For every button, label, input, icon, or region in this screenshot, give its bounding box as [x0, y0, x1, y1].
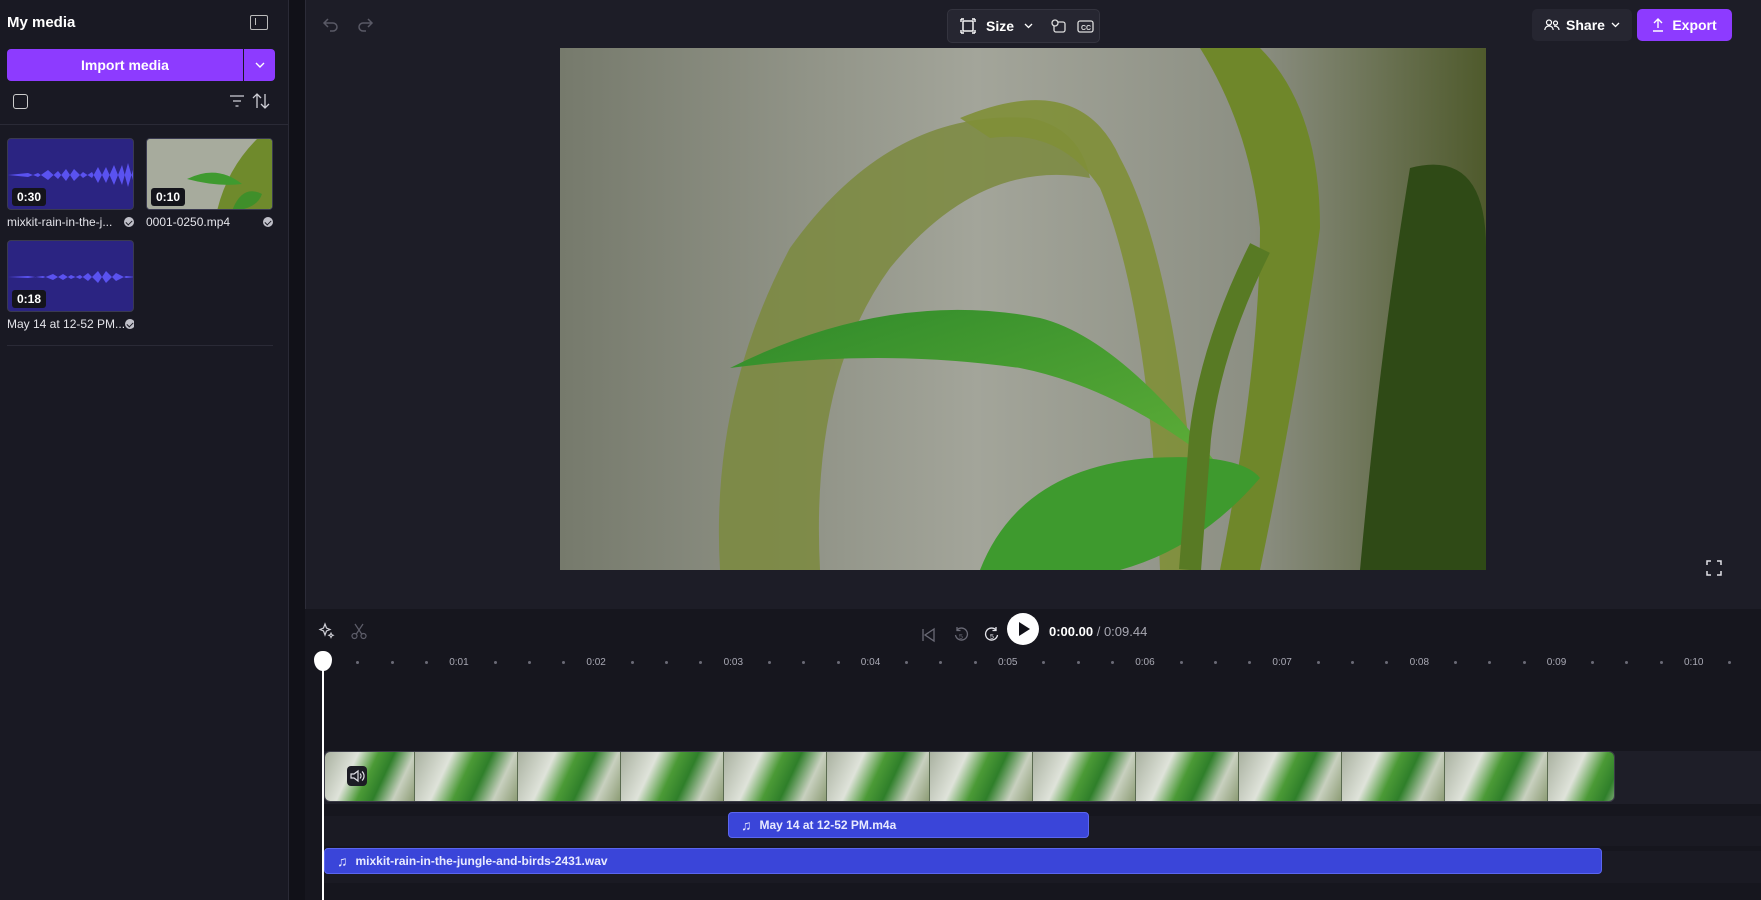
ruler-tick	[1316, 661, 1320, 664]
ruler-tick	[973, 661, 977, 664]
audio-thumbnail: 0:18	[7, 240, 134, 312]
ruler-tick-label: 0:06	[1135, 657, 1155, 668]
chevron-down-icon	[1024, 23, 1033, 29]
ruler-tick	[1076, 661, 1080, 664]
ruler-tick-label: 0:01	[449, 657, 469, 668]
media-name: May 14 at 12-52 PM...	[7, 317, 126, 331]
divider	[0, 124, 289, 125]
total-time: / 0:09.44	[1096, 624, 1148, 639]
ruler-tick	[1179, 661, 1183, 664]
check-icon	[125, 319, 134, 329]
panel-title: My media	[7, 14, 76, 31]
background-icon[interactable]	[1049, 18, 1067, 34]
ruler-tick-label: 0:07	[1272, 657, 1292, 668]
media-panel: My media Import media 0:30 mixkit-rain-i…	[0, 0, 289, 900]
import-dropdown-button[interactable]	[244, 49, 275, 81]
duration-badge: 0:18	[12, 290, 47, 308]
ruler-tick-label: 0:05	[998, 657, 1018, 668]
forward-5-icon[interactable]: 5	[983, 625, 1001, 643]
ruler-tick	[1522, 661, 1526, 664]
volume-icon[interactable]	[347, 766, 367, 786]
check-icon	[263, 217, 273, 227]
ruler-tick-label: 0:10	[1684, 657, 1704, 668]
ruler-tick	[390, 661, 394, 664]
export-button[interactable]: Export	[1637, 9, 1732, 41]
redo-icon[interactable]	[356, 15, 374, 33]
ruler-tick	[493, 661, 497, 664]
ruler-tick	[836, 661, 840, 664]
video-preview[interactable]	[560, 48, 1486, 570]
resize-icon[interactable]	[960, 18, 976, 34]
sort-icon[interactable]	[252, 93, 270, 109]
size-button[interactable]: Size	[986, 18, 1014, 34]
audio-clip-label: mixkit-rain-in-the-jungle-and-birds-2431…	[355, 854, 608, 868]
filter-icon[interactable]	[230, 95, 244, 107]
audio-clip[interactable]: ♫ mixkit-rain-in-the-jungle-and-birds-24…	[324, 848, 1602, 874]
media-item[interactable]: 0:18 May 14 at 12-52 PM...	[7, 240, 134, 331]
media-name: mixkit-rain-in-the-j...	[7, 215, 113, 229]
play-icon	[1019, 622, 1030, 636]
audio-clip-label: May 14 at 12-52 PM.m4a	[759, 818, 897, 832]
video-thumbnail: 0:10	[146, 138, 273, 210]
chevron-down-icon	[1611, 22, 1620, 28]
svg-text:5: 5	[990, 634, 994, 641]
divider	[7, 345, 273, 346]
people-icon	[1544, 19, 1560, 31]
size-toolbar: Size CC	[947, 9, 1100, 43]
ruler-tick-label: 0:03	[723, 657, 744, 668]
ruler-tick	[527, 661, 531, 664]
media-item[interactable]: 0:10 0001-0250.mp4	[146, 138, 273, 229]
import-media-button[interactable]: Import media	[7, 49, 243, 81]
duration-badge: 0:10	[151, 188, 186, 206]
media-name: 0001-0250.mp4	[146, 215, 231, 229]
chevron-down-icon	[255, 62, 264, 68]
ruler-tick	[1351, 661, 1354, 664]
audio-thumbnail: 0:30	[7, 138, 134, 210]
audio-clip[interactable]: ♫ May 14 at 12-52 PM.m4a	[728, 812, 1089, 838]
play-button[interactable]	[1007, 613, 1039, 645]
share-button[interactable]: Share	[1532, 9, 1632, 41]
video-clip[interactable]	[324, 751, 1615, 802]
ruler-tick	[1110, 661, 1114, 664]
ruler-tick	[767, 661, 771, 664]
check-icon	[124, 217, 134, 227]
playhead[interactable]	[322, 652, 324, 900]
media-item[interactable]: 0:30 mixkit-rain-in-the-j...	[7, 138, 134, 229]
undo-icon[interactable]	[322, 15, 340, 33]
panel-collapse-icon[interactable]	[250, 15, 268, 30]
export-label: Export	[1672, 17, 1717, 33]
ruler-tick	[1453, 661, 1457, 664]
music-note-icon: ♫	[741, 817, 752, 833]
ruler-tick	[424, 661, 428, 664]
ruler-tick-label: 0:09	[1546, 657, 1567, 668]
plant-preview-image	[560, 48, 1486, 570]
ruler-tick-label: 0:04	[860, 657, 881, 668]
app-window: My media Import media 0:30 mixkit-rain-i…	[0, 0, 1761, 900]
rewind-5-icon[interactable]: 5	[952, 625, 970, 643]
ruler-tick-label: 0:08	[1409, 657, 1430, 668]
sparkle-icon[interactable]	[318, 622, 336, 640]
select-all-checkbox[interactable]	[13, 94, 28, 109]
svg-text:5: 5	[959, 634, 963, 641]
ruler-tick	[1213, 661, 1217, 664]
current-time: 0:00.00	[1049, 624, 1094, 639]
duration-badge: 0:30	[12, 188, 47, 206]
svg-text:CC: CC	[1081, 25, 1091, 32]
upload-icon	[1653, 18, 1664, 32]
scissors-icon[interactable]	[350, 622, 368, 640]
time-readout: 0:00.00 / 0:09.44	[1049, 624, 1147, 639]
ruler-tick	[630, 661, 634, 664]
ruler-tick	[665, 661, 668, 664]
ruler-tick	[1659, 661, 1663, 664]
share-label: Share	[1566, 17, 1605, 33]
ruler-tick-label: 0:02	[586, 657, 606, 668]
fullscreen-icon[interactable]	[1706, 560, 1722, 576]
captions-icon[interactable]: CC	[1077, 18, 1095, 34]
skip-start-icon[interactable]	[920, 627, 936, 643]
music-note-icon: ♫	[337, 853, 348, 869]
